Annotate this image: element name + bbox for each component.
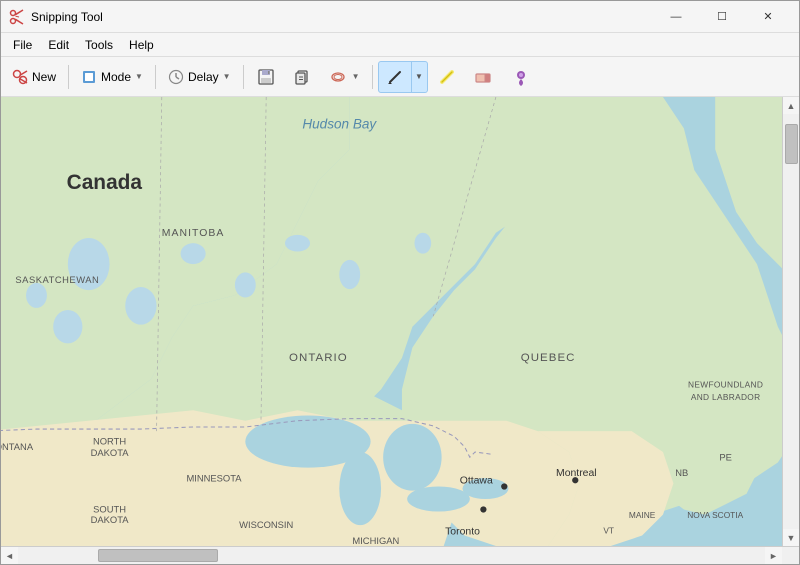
eraser-tool-icon xyxy=(473,67,495,87)
save-button[interactable] xyxy=(249,61,283,93)
pin-button[interactable] xyxy=(504,61,538,93)
toolbar: New Mode ▼ Delay ▼ xyxy=(1,57,799,97)
copy-button[interactable] xyxy=(285,61,319,93)
menu-edit[interactable]: Edit xyxy=(40,36,77,54)
mode-icon xyxy=(81,69,97,85)
svg-text:ONTANA: ONTANA xyxy=(1,441,34,452)
svg-text:NEWFOUNDLAND: NEWFOUNDLAND xyxy=(688,379,763,389)
svg-text:SOUTH: SOUTH xyxy=(93,504,126,515)
svg-text:NORTH: NORTH xyxy=(93,436,126,447)
svg-text:Montreal: Montreal xyxy=(556,468,597,479)
svg-text:QUEBEC: QUEBEC xyxy=(521,352,576,364)
pen-button[interactable] xyxy=(379,62,411,92)
svg-text:Ottawa: Ottawa xyxy=(460,475,493,486)
separator-2 xyxy=(155,65,156,89)
menu-bar: File Edit Tools Help xyxy=(1,33,799,57)
svg-text:Toronto: Toronto xyxy=(445,527,480,538)
svg-text:MANITOBA: MANITOBA xyxy=(162,228,225,239)
svg-text:MAINE: MAINE xyxy=(629,510,656,520)
title-bar: Snipping Tool — ☐ ✕ xyxy=(1,1,799,33)
scroll-thumb-horizontal[interactable] xyxy=(98,549,218,562)
pin-icon xyxy=(511,67,531,87)
snipping-tool-window: Snipping Tool — ☐ ✕ File Edit Tools Help… xyxy=(0,0,800,565)
delay-button[interactable]: Delay ▼ xyxy=(161,61,238,93)
maximize-button[interactable]: ☐ xyxy=(699,1,745,33)
menu-tools[interactable]: Tools xyxy=(77,36,121,54)
content-area: Hudson Bay Canada MANITOBA SASKATCHEWAN … xyxy=(1,97,799,546)
mode-dropdown-arrow: ▼ xyxy=(135,72,143,81)
menu-file[interactable]: File xyxy=(5,36,40,54)
separator-4 xyxy=(372,65,373,89)
svg-text:MINNESOTA: MINNESOTA xyxy=(186,472,242,483)
eraser-tool-button[interactable] xyxy=(466,61,502,93)
map-svg: Hudson Bay Canada MANITOBA SASKATCHEWAN … xyxy=(1,97,782,546)
eraser-button[interactable]: ▼ xyxy=(321,61,367,93)
minimize-button[interactable]: — xyxy=(653,1,699,33)
scroll-left-arrow[interactable]: ◄ xyxy=(1,547,18,564)
scroll-track-vertical[interactable] xyxy=(783,114,799,529)
svg-text:Canada: Canada xyxy=(67,171,143,194)
app-icon xyxy=(9,9,25,25)
svg-text:SASKATCHEWAN: SASKATCHEWAN xyxy=(15,274,99,285)
delay-dropdown-arrow: ▼ xyxy=(223,72,231,81)
pen-icon xyxy=(385,67,405,87)
highlighter-icon xyxy=(437,67,457,87)
menu-help[interactable]: Help xyxy=(121,36,162,54)
svg-text:Hudson Bay: Hudson Bay xyxy=(302,116,377,131)
svg-text:ONTARIO: ONTARIO xyxy=(289,352,348,364)
mode-label: Mode xyxy=(101,70,131,84)
pen-dropdown-arrow[interactable]: ▼ xyxy=(411,62,427,92)
map-container[interactable]: Hudson Bay Canada MANITOBA SASKATCHEWAN … xyxy=(1,97,782,546)
mode-button[interactable]: Mode ▼ xyxy=(74,61,150,93)
close-button[interactable]: ✕ xyxy=(745,1,791,33)
scroll-corner xyxy=(782,547,799,564)
separator-3 xyxy=(243,65,244,89)
copy-icon xyxy=(292,67,312,87)
delay-icon xyxy=(168,69,184,85)
status-bar: ◄ ► xyxy=(1,546,799,564)
svg-text:MICHIGAN: MICHIGAN xyxy=(352,535,399,546)
scroll-track-horizontal[interactable] xyxy=(18,547,765,564)
svg-text:NOVA SCOTIA: NOVA SCOTIA xyxy=(687,510,743,520)
vertical-scrollbar: ▲ ▼ xyxy=(782,97,799,546)
scroll-up-arrow[interactable]: ▲ xyxy=(783,97,800,114)
separator-1 xyxy=(68,65,69,89)
svg-text:NB: NB xyxy=(675,467,688,478)
svg-text:AND LABRADOR: AND LABRADOR xyxy=(691,392,761,402)
window-controls: — ☐ ✕ xyxy=(653,1,791,33)
eraser-icon xyxy=(328,67,348,87)
window-title: Snipping Tool xyxy=(31,10,653,24)
new-label: New xyxy=(32,70,56,84)
svg-text:DAKOTA: DAKOTA xyxy=(91,447,130,458)
scroll-thumb-vertical[interactable] xyxy=(785,124,798,164)
svg-text:PE: PE xyxy=(719,451,732,462)
svg-text:WISCONSIN: WISCONSIN xyxy=(239,519,293,530)
pen-group: ▼ xyxy=(378,61,428,93)
highlighter-button[interactable] xyxy=(430,61,464,93)
scroll-down-arrow[interactable]: ▼ xyxy=(783,529,800,546)
new-button[interactable]: New xyxy=(5,61,63,93)
svg-text:VT: VT xyxy=(603,525,614,535)
svg-text:DAKOTA: DAKOTA xyxy=(91,514,130,525)
delay-label: Delay xyxy=(188,70,219,84)
new-snip-icon xyxy=(12,69,28,85)
scroll-right-arrow[interactable]: ► xyxy=(765,547,782,564)
save-icon xyxy=(256,67,276,87)
eraser-dropdown-arrow: ▼ xyxy=(352,72,360,81)
